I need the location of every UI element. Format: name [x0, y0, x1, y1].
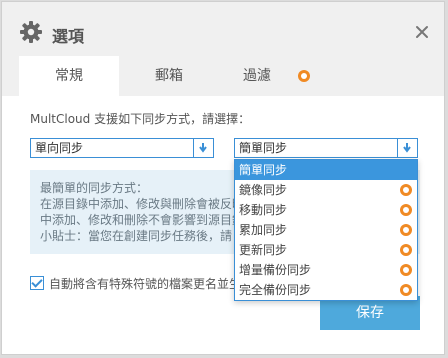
- option-label: 移動同步: [239, 203, 288, 217]
- dialog-title: 選項: [52, 27, 85, 46]
- option-label: 鏡像同步: [239, 183, 288, 197]
- sync-option-simple[interactable]: 簡單同步: [235, 160, 417, 180]
- dialog-header: 選項 常規 郵箱 過濾: [2, 2, 444, 96]
- sync-option-cumulative[interactable]: 累加同步: [235, 220, 417, 240]
- close-icon[interactable]: [414, 24, 430, 40]
- premium-badge-icon: [400, 224, 412, 236]
- tab-label: 常規: [55, 68, 83, 84]
- sync-mode-select-value: 簡單同步: [239, 141, 288, 155]
- option-label: 更新同步: [239, 243, 288, 257]
- premium-badge-icon: [400, 184, 412, 196]
- sync-mode-select[interactable]: 簡單同步: [234, 138, 418, 158]
- sync-option-incremental-backup[interactable]: 增量備份同步: [235, 260, 417, 280]
- option-label: 增量備份同步: [239, 263, 312, 277]
- tab-label: 郵箱: [155, 68, 183, 84]
- gear-icon: [20, 21, 42, 43]
- dropdown-arrow-icon: [397, 139, 417, 157]
- tab-general[interactable]: 常規: [19, 56, 119, 96]
- sync-mode-dropdown: 簡單同步 鏡像同步 移動同步 累加同步 更新同步 增量備份同步 完全備份同步: [234, 159, 418, 301]
- sync-option-update[interactable]: 更新同步: [235, 240, 417, 260]
- direction-select-value: 單向同步: [35, 141, 84, 155]
- tab-filter[interactable]: 過濾: [207, 56, 307, 96]
- options-dialog: 選項 常規 郵箱 過濾 MultCloud 支援如下同步方式，請選擇： 單向同步: [1, 1, 445, 355]
- direction-select[interactable]: 單向同步: [30, 138, 214, 158]
- option-label: 完全備份同步: [239, 283, 312, 297]
- sync-option-full-backup[interactable]: 完全備份同步: [235, 280, 417, 300]
- tab-email[interactable]: 郵箱: [119, 56, 219, 96]
- option-label: 簡單同步: [239, 163, 288, 177]
- sync-intro-text: MultCloud 支援如下同步方式，請選擇：: [30, 112, 251, 126]
- sync-option-move[interactable]: 移動同步: [235, 200, 417, 220]
- rename-special-chars-option[interactable]: 自動將含有特殊符號的檔案更名並生: [30, 275, 241, 292]
- rename-checkbox-label: 自動將含有特殊符號的檔案更名並生: [49, 277, 242, 291]
- premium-badge-icon: [298, 70, 310, 82]
- tab-bar: 常規 郵箱 過濾: [2, 56, 444, 96]
- sync-option-mirror[interactable]: 鏡像同步: [235, 180, 417, 200]
- dropdown-arrow-icon: [193, 139, 213, 157]
- tab-label: 過濾: [243, 68, 271, 84]
- premium-badge-icon: [400, 244, 412, 256]
- rename-checkbox[interactable]: [30, 276, 44, 290]
- premium-badge-icon: [400, 204, 412, 216]
- save-button[interactable]: 保存: [320, 296, 420, 330]
- premium-badge-icon: [400, 264, 412, 276]
- option-label: 累加同步: [239, 223, 288, 237]
- premium-badge-icon: [400, 284, 412, 296]
